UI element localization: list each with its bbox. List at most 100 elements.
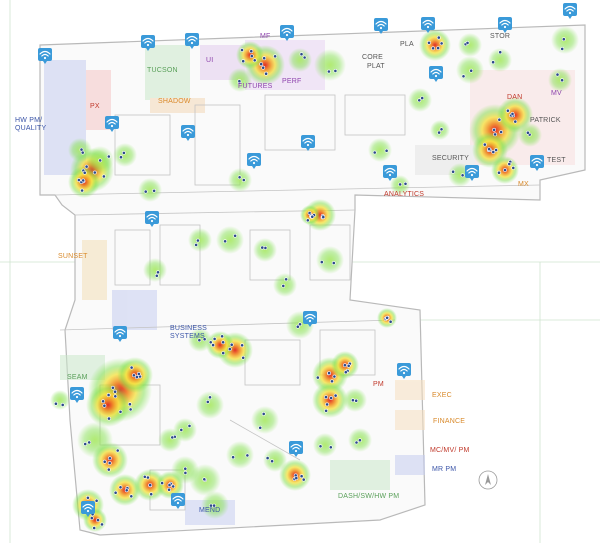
client-dot	[482, 142, 487, 147]
client-dot	[167, 483, 172, 487]
client-dot	[465, 41, 470, 45]
client-dot	[223, 239, 228, 244]
floor-plan-map: HW PM/QUALITY PX TUCSON SHADOW UI MF FUTURES PE…	[0, 0, 600, 543]
client-dot	[333, 69, 338, 73]
client-dot	[460, 173, 465, 178]
client-dot	[102, 403, 107, 408]
client-dot	[252, 58, 257, 63]
client-dot	[160, 481, 165, 486]
client-dot	[555, 72, 560, 77]
client-dot	[295, 324, 300, 329]
client-dot	[354, 398, 359, 403]
client-dot	[281, 283, 286, 288]
client-dot	[384, 148, 389, 153]
client-dot	[240, 343, 245, 348]
client-dot	[258, 425, 263, 430]
client-dot	[302, 55, 307, 60]
heat-blob	[86, 383, 130, 427]
heat-blob	[316, 246, 344, 274]
wifi-access-point-icon[interactable]	[374, 18, 388, 34]
floor-plan-svg: HW PM/QUALITY PX TUCSON SHADOW UI MF FUTURES PE…	[0, 0, 600, 543]
zone-label-px: PX	[90, 103, 100, 110]
heat-blob	[251, 406, 279, 434]
heat-blob	[368, 138, 392, 162]
client-dot	[108, 456, 112, 461]
client-dot	[357, 438, 362, 443]
zone-label-tucson: TUCSON	[147, 67, 178, 74]
client-dot	[385, 315, 390, 320]
client-dot	[170, 435, 175, 440]
client-dot	[270, 459, 275, 464]
client-dot	[79, 147, 84, 152]
client-dot	[211, 343, 216, 348]
zone-label-pla: PLA	[400, 41, 414, 48]
client-dot	[148, 483, 153, 488]
heat-blob	[419, 29, 451, 61]
heat-blob	[273, 273, 297, 297]
client-dot	[205, 399, 210, 404]
zone-label-ui: UI	[206, 57, 213, 64]
client-dot	[118, 485, 123, 490]
zone-label-analytics: ANALYTICS	[384, 191, 424, 198]
client-dot	[461, 74, 466, 79]
heat-blob	[288, 48, 312, 72]
zone-label-plat: PLAT	[367, 63, 385, 70]
client-dot	[439, 127, 444, 132]
client-dot	[145, 475, 150, 480]
zone-label-stor: STOR	[490, 33, 510, 40]
heat-blob	[314, 49, 346, 81]
client-dot	[497, 117, 502, 122]
client-dot	[299, 474, 304, 479]
client-dot	[284, 277, 289, 282]
client-dot	[324, 408, 329, 413]
client-dot	[333, 393, 338, 398]
zone-label-seam: SEAM	[67, 374, 88, 381]
client-dot	[136, 371, 141, 376]
heat-blob	[458, 33, 482, 57]
client-dot	[510, 112, 515, 116]
zone-label-business-2: SYSTEMS	[170, 333, 205, 340]
client-dot	[331, 261, 336, 265]
client-dot	[124, 488, 129, 493]
zone-label-mf: MF	[260, 33, 271, 40]
client-dot	[505, 108, 510, 113]
wifi-access-point-icon[interactable]	[563, 3, 577, 19]
client-dot	[487, 147, 492, 152]
client-dot	[77, 178, 81, 182]
client-dot	[319, 260, 324, 265]
client-dot	[119, 155, 123, 160]
client-dot	[98, 158, 103, 163]
client-dot	[273, 54, 278, 59]
client-dot	[107, 461, 112, 465]
client-dot	[87, 440, 92, 445]
client-dot	[221, 340, 226, 345]
client-dot	[326, 69, 331, 74]
client-dot	[439, 41, 444, 46]
client-dot	[179, 427, 184, 432]
client-dot	[328, 445, 333, 450]
client-dot	[106, 467, 111, 472]
client-dot	[321, 215, 326, 220]
client-dot	[301, 477, 306, 482]
client-dot	[227, 347, 232, 352]
heat-blob	[113, 143, 137, 167]
zone-label-hw-pm-2: QUALITY	[15, 125, 46, 132]
zone-label-test: TEST	[547, 157, 566, 164]
zone-label-hw-pm-1: HW PM/	[15, 117, 42, 124]
client-dot	[503, 168, 507, 172]
heat-blob	[548, 68, 572, 92]
client-dot	[115, 448, 120, 453]
client-dot	[134, 375, 139, 380]
client-dot	[81, 178, 86, 183]
client-dot	[329, 396, 334, 400]
client-dot	[324, 395, 328, 400]
client-dot	[342, 363, 347, 368]
client-dot	[436, 46, 441, 51]
zone-label-dan: DAN	[507, 94, 522, 101]
zone-label-mcmvpm: MC/MV/ PM	[430, 447, 470, 454]
client-dot	[240, 48, 244, 52]
client-dot	[89, 516, 94, 521]
client-dot	[208, 340, 213, 345]
client-dot	[299, 52, 304, 57]
client-dot	[343, 370, 348, 375]
